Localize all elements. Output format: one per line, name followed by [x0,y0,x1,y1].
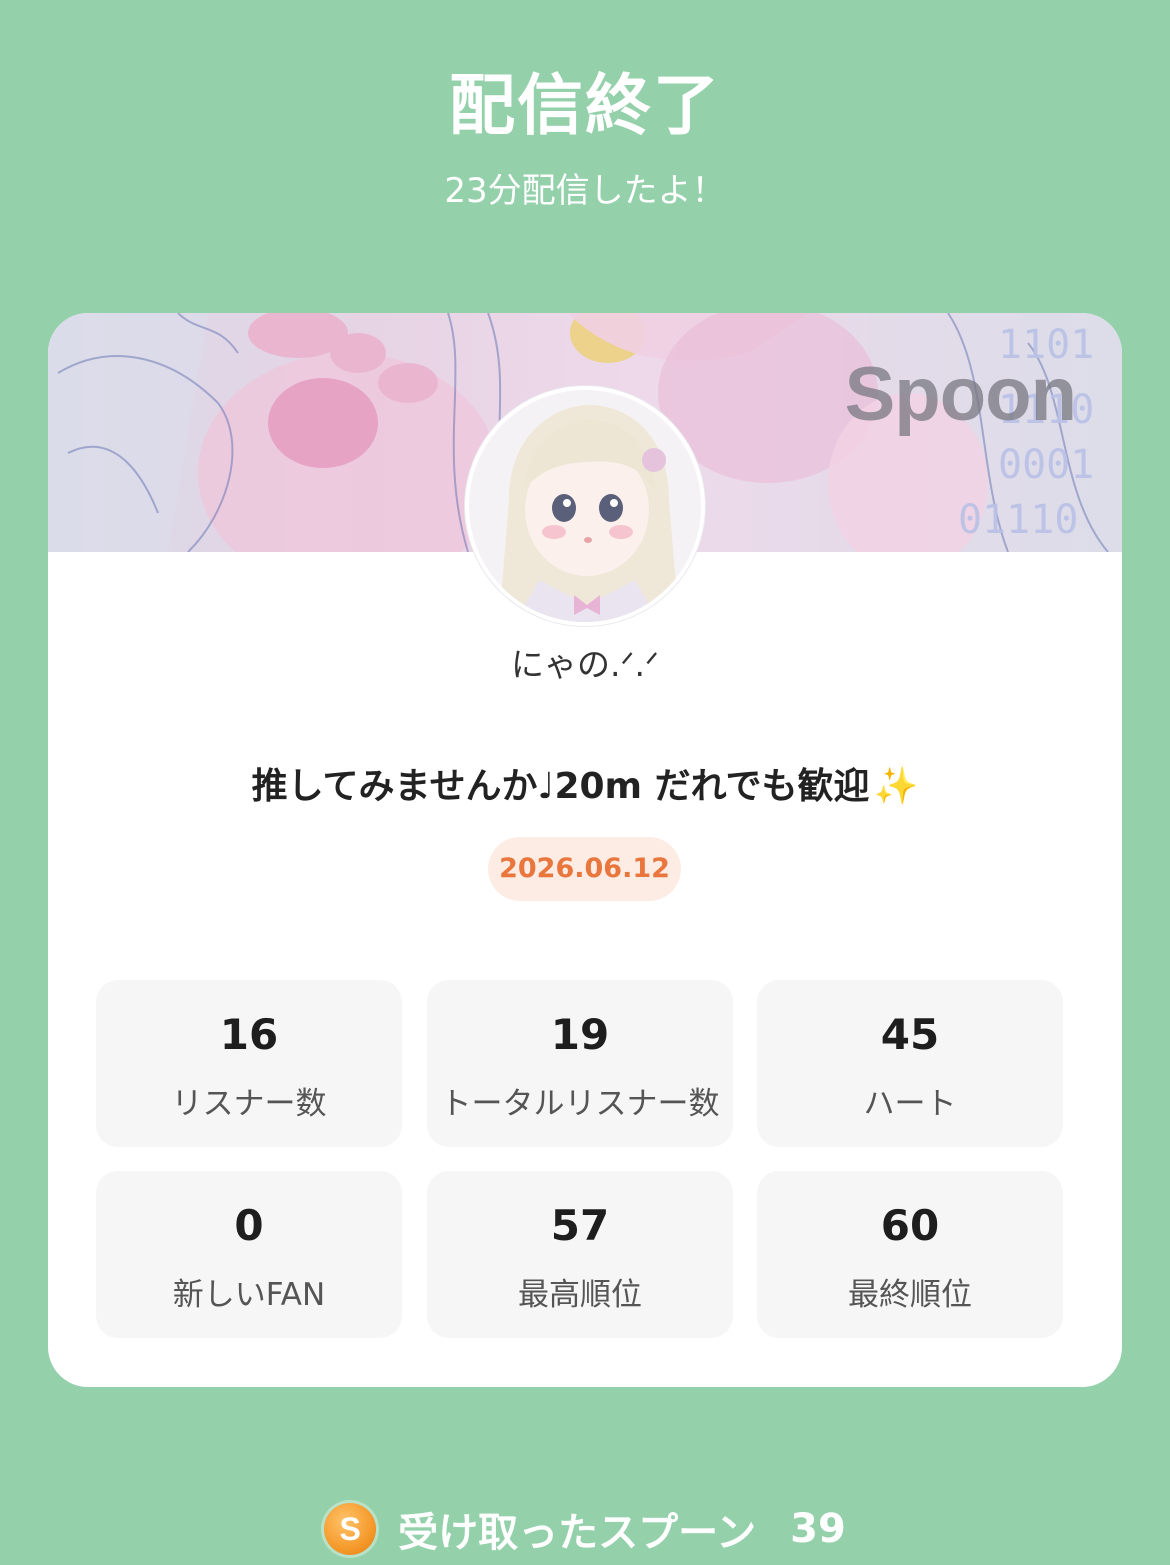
received-spoons: S 受け取ったスプーン 39 [0,1500,1170,1556]
live-title-text: 推してみませんか♩20m だれでも歓迎 [251,766,870,807]
received-spoons-label: 受け取ったスプーン [398,1510,757,1556]
avatar-illustration [469,390,701,622]
stat-hearts: 45 ハート [757,980,1063,1147]
stat-total-listeners: 19 トータルリスナー数 [427,980,733,1147]
stat-value: 60 [880,1201,940,1250]
stat-value: 19 [550,1010,610,1059]
stat-label: ハート [863,1086,957,1122]
svg-text:0001: 0001 [998,442,1094,488]
stat-label: リスナー数 [171,1086,327,1122]
broadcast-duration: 23分配信したよ！ [444,171,726,211]
stat-label: トータルリスナー数 [440,1086,720,1122]
stat-value: 0 [234,1201,264,1250]
stat-label: 最高順位 [518,1277,642,1313]
stat-value: 45 [880,1010,940,1059]
spoon-coin-icon: S [324,1503,377,1555]
date-badge: 2026.06.12 [488,837,681,901]
username: にゃの.ᐟ.ᐟ [511,645,659,684]
received-spoons-count: 39 [790,1506,846,1552]
spoon-watermark-logo: Spoon [844,352,1077,437]
avatar[interactable] [465,386,705,626]
stat-label: 新しいFAN [172,1277,326,1313]
live-title: 推してみませんか♩20m だれでも歓迎 ✨ [48,757,1122,809]
stat-listeners: 16 リスナー数 [96,980,402,1147]
sparkles-icon: ✨ [873,766,919,807]
page-title: 配信終了 [449,67,721,144]
stat-label: 最終順位 [848,1277,972,1313]
stat-final-rank: 60 最終順位 [757,1171,1063,1338]
svg-text:01110: 01110 [958,497,1078,543]
stat-new-fans: 0 新しいFAN [96,1171,402,1338]
stat-value: 57 [550,1201,610,1250]
stat-value: 16 [219,1010,279,1059]
stat-highest-rank: 57 最高順位 [427,1171,733,1338]
broadcast-summary-card: 1101 1110 0001 01110 Spoon にゃの.ᐟ.ᐟ 推してみま… [48,313,1122,1387]
